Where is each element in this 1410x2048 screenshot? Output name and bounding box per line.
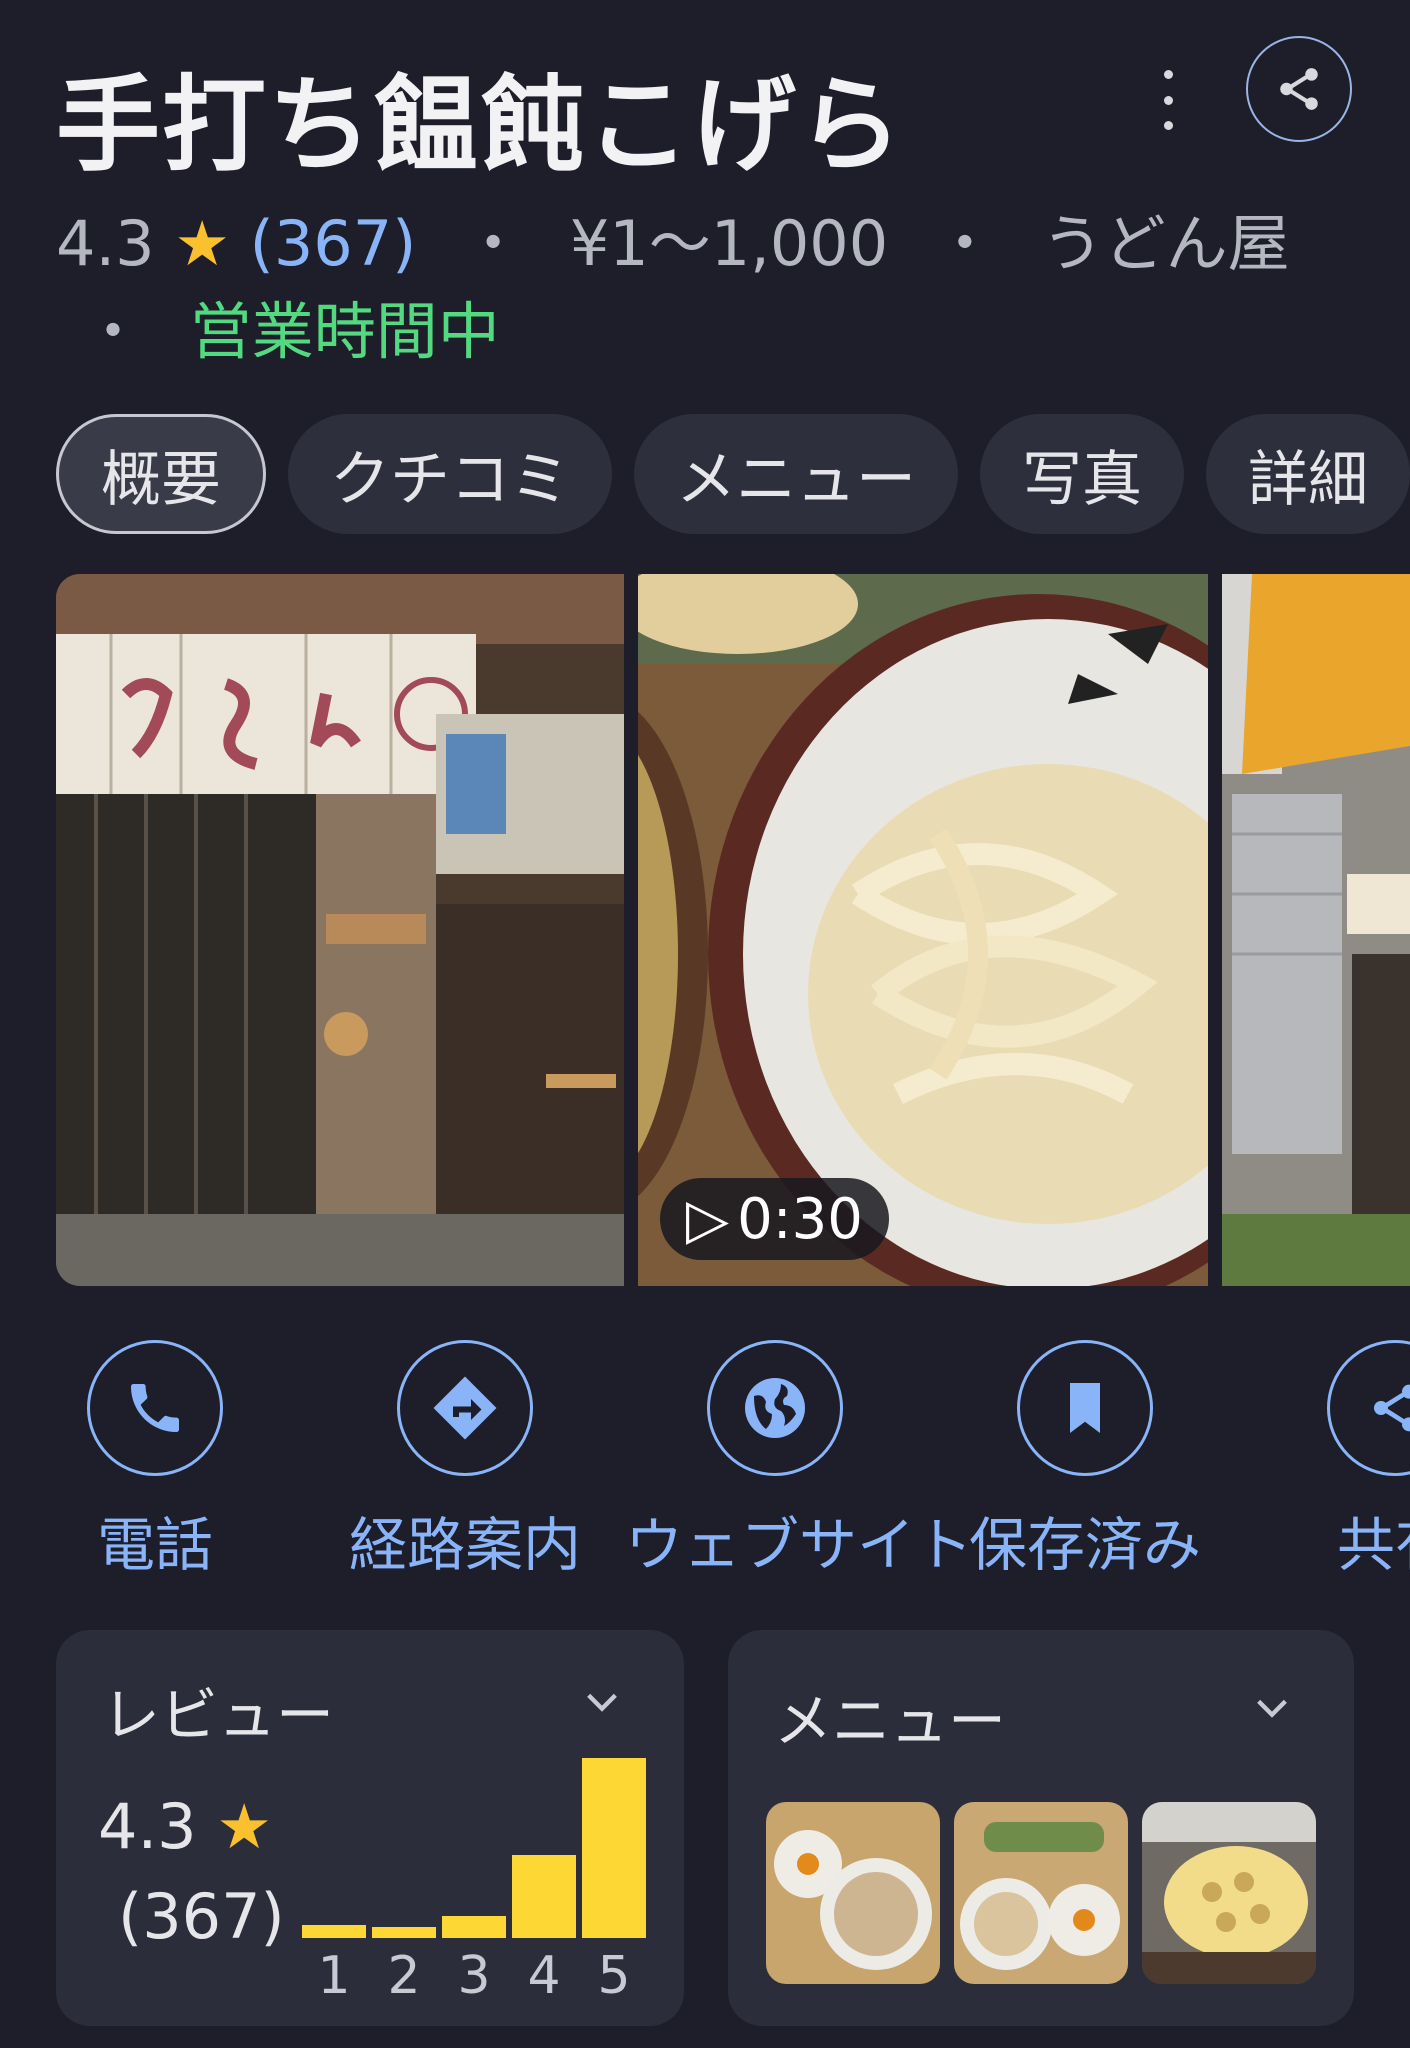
rating-distribution-chart: 12345 bbox=[302, 1758, 652, 2006]
rating-bar-3 bbox=[442, 1916, 506, 1938]
rating-bar-label: 1 bbox=[317, 1946, 351, 2006]
review-rating: 4.3 ★ bbox=[98, 1790, 272, 1863]
call-label: 電話 bbox=[96, 1511, 213, 1579]
phone-icon bbox=[131, 1384, 179, 1432]
menu-card[interactable]: メニュー bbox=[728, 1630, 1354, 2026]
star-icon: ★ bbox=[174, 207, 230, 280]
price-range: ¥1～1,000 bbox=[569, 207, 889, 280]
share-icon bbox=[1280, 68, 1318, 110]
category: うどん屋 bbox=[1041, 207, 1290, 280]
chevron-down-icon[interactable] bbox=[582, 1682, 622, 1722]
saved-label: 保存済み bbox=[968, 1511, 1201, 1579]
separator: ・ bbox=[82, 295, 145, 368]
website-label: ウェブサイト bbox=[625, 1511, 974, 1579]
share-action-button[interactable]: 共有 bbox=[1245, 1340, 1410, 1582]
rating-value: 4.3 bbox=[56, 207, 155, 280]
review-rating-value: 4.3 bbox=[98, 1790, 197, 1863]
tab-details[interactable]: 詳細 bbox=[1206, 414, 1410, 534]
chevron-down-icon[interactable] bbox=[1252, 1688, 1292, 1728]
photo-carousel[interactable]: ▷ 0:30 bbox=[56, 574, 1410, 1286]
call-button[interactable]: 電話 bbox=[5, 1340, 305, 1582]
review-card-title: レビュー bbox=[102, 1681, 335, 1749]
tab-bar: 概要 クチコミ メニュー 写真 詳細 bbox=[56, 414, 1410, 534]
separator: ・ bbox=[933, 207, 996, 280]
share-label: 共有 bbox=[1336, 1511, 1410, 1579]
tab-overview[interactable]: 概要 bbox=[56, 414, 266, 534]
separator: ・ bbox=[462, 207, 525, 280]
exterior-photo[interactable] bbox=[1222, 574, 1410, 1286]
share-icon bbox=[1374, 1384, 1410, 1432]
menu-card-title: メニュー bbox=[774, 1687, 1007, 1755]
video-duration-badge: ▷ 0:30 bbox=[660, 1178, 889, 1260]
place-title: 手打ち饂飩こげら bbox=[56, 64, 905, 186]
udon-video[interactable]: ▷ 0:30 bbox=[638, 574, 1208, 1286]
review-count-link[interactable]: (367) bbox=[250, 207, 417, 280]
open-status: 営業時間中 bbox=[189, 295, 500, 368]
video-duration: 0:30 bbox=[737, 1186, 863, 1252]
share-button[interactable] bbox=[1246, 36, 1352, 142]
place-meta: 4.3 ★ (367) ・ ¥1～1,000 ・ うどん屋 ・ 営業時間中 bbox=[56, 200, 1376, 376]
rating-bar-4 bbox=[512, 1855, 576, 1938]
rating-bar-2 bbox=[372, 1927, 436, 1938]
menu-photo-2[interactable] bbox=[954, 1802, 1128, 1984]
saved-button[interactable]: 保存済み bbox=[935, 1340, 1235, 1582]
menu-photo-3[interactable] bbox=[1142, 1802, 1316, 1984]
more-options-icon[interactable] bbox=[1150, 70, 1186, 130]
star-icon: ★ bbox=[216, 1790, 272, 1863]
bookmark-icon bbox=[1070, 1383, 1100, 1433]
directions-button[interactable]: 経路案内 bbox=[315, 1340, 615, 1582]
storefront-photo[interactable] bbox=[56, 574, 624, 1286]
action-row: 電話 経路案内 ウェブサイト 保存済み 共 bbox=[0, 1340, 1410, 1580]
rating-bar-5 bbox=[582, 1758, 646, 1938]
rating-bar-label: 5 bbox=[597, 1946, 631, 2006]
rating-bar-label: 2 bbox=[387, 1946, 421, 2006]
rating-bar-1 bbox=[302, 1925, 366, 1938]
review-card[interactable]: レビュー 4.3 ★ (367) 12345 bbox=[56, 1630, 684, 2026]
tab-menu[interactable]: メニュー bbox=[634, 414, 958, 534]
website-button[interactable]: ウェブサイト bbox=[625, 1340, 974, 1582]
review-count: (367) bbox=[118, 1880, 285, 1953]
play-icon: ▷ bbox=[686, 1186, 730, 1252]
menu-photo-1[interactable] bbox=[766, 1802, 940, 1984]
directions-label: 経路案内 bbox=[348, 1511, 581, 1579]
tab-photos[interactable]: 写真 bbox=[980, 414, 1184, 534]
directions-icon bbox=[433, 1376, 497, 1440]
tab-reviews[interactable]: クチコミ bbox=[288, 414, 612, 534]
rating-bar-label: 3 bbox=[457, 1946, 491, 2006]
globe-icon bbox=[745, 1378, 805, 1438]
rating-bar-label: 4 bbox=[527, 1946, 561, 2006]
